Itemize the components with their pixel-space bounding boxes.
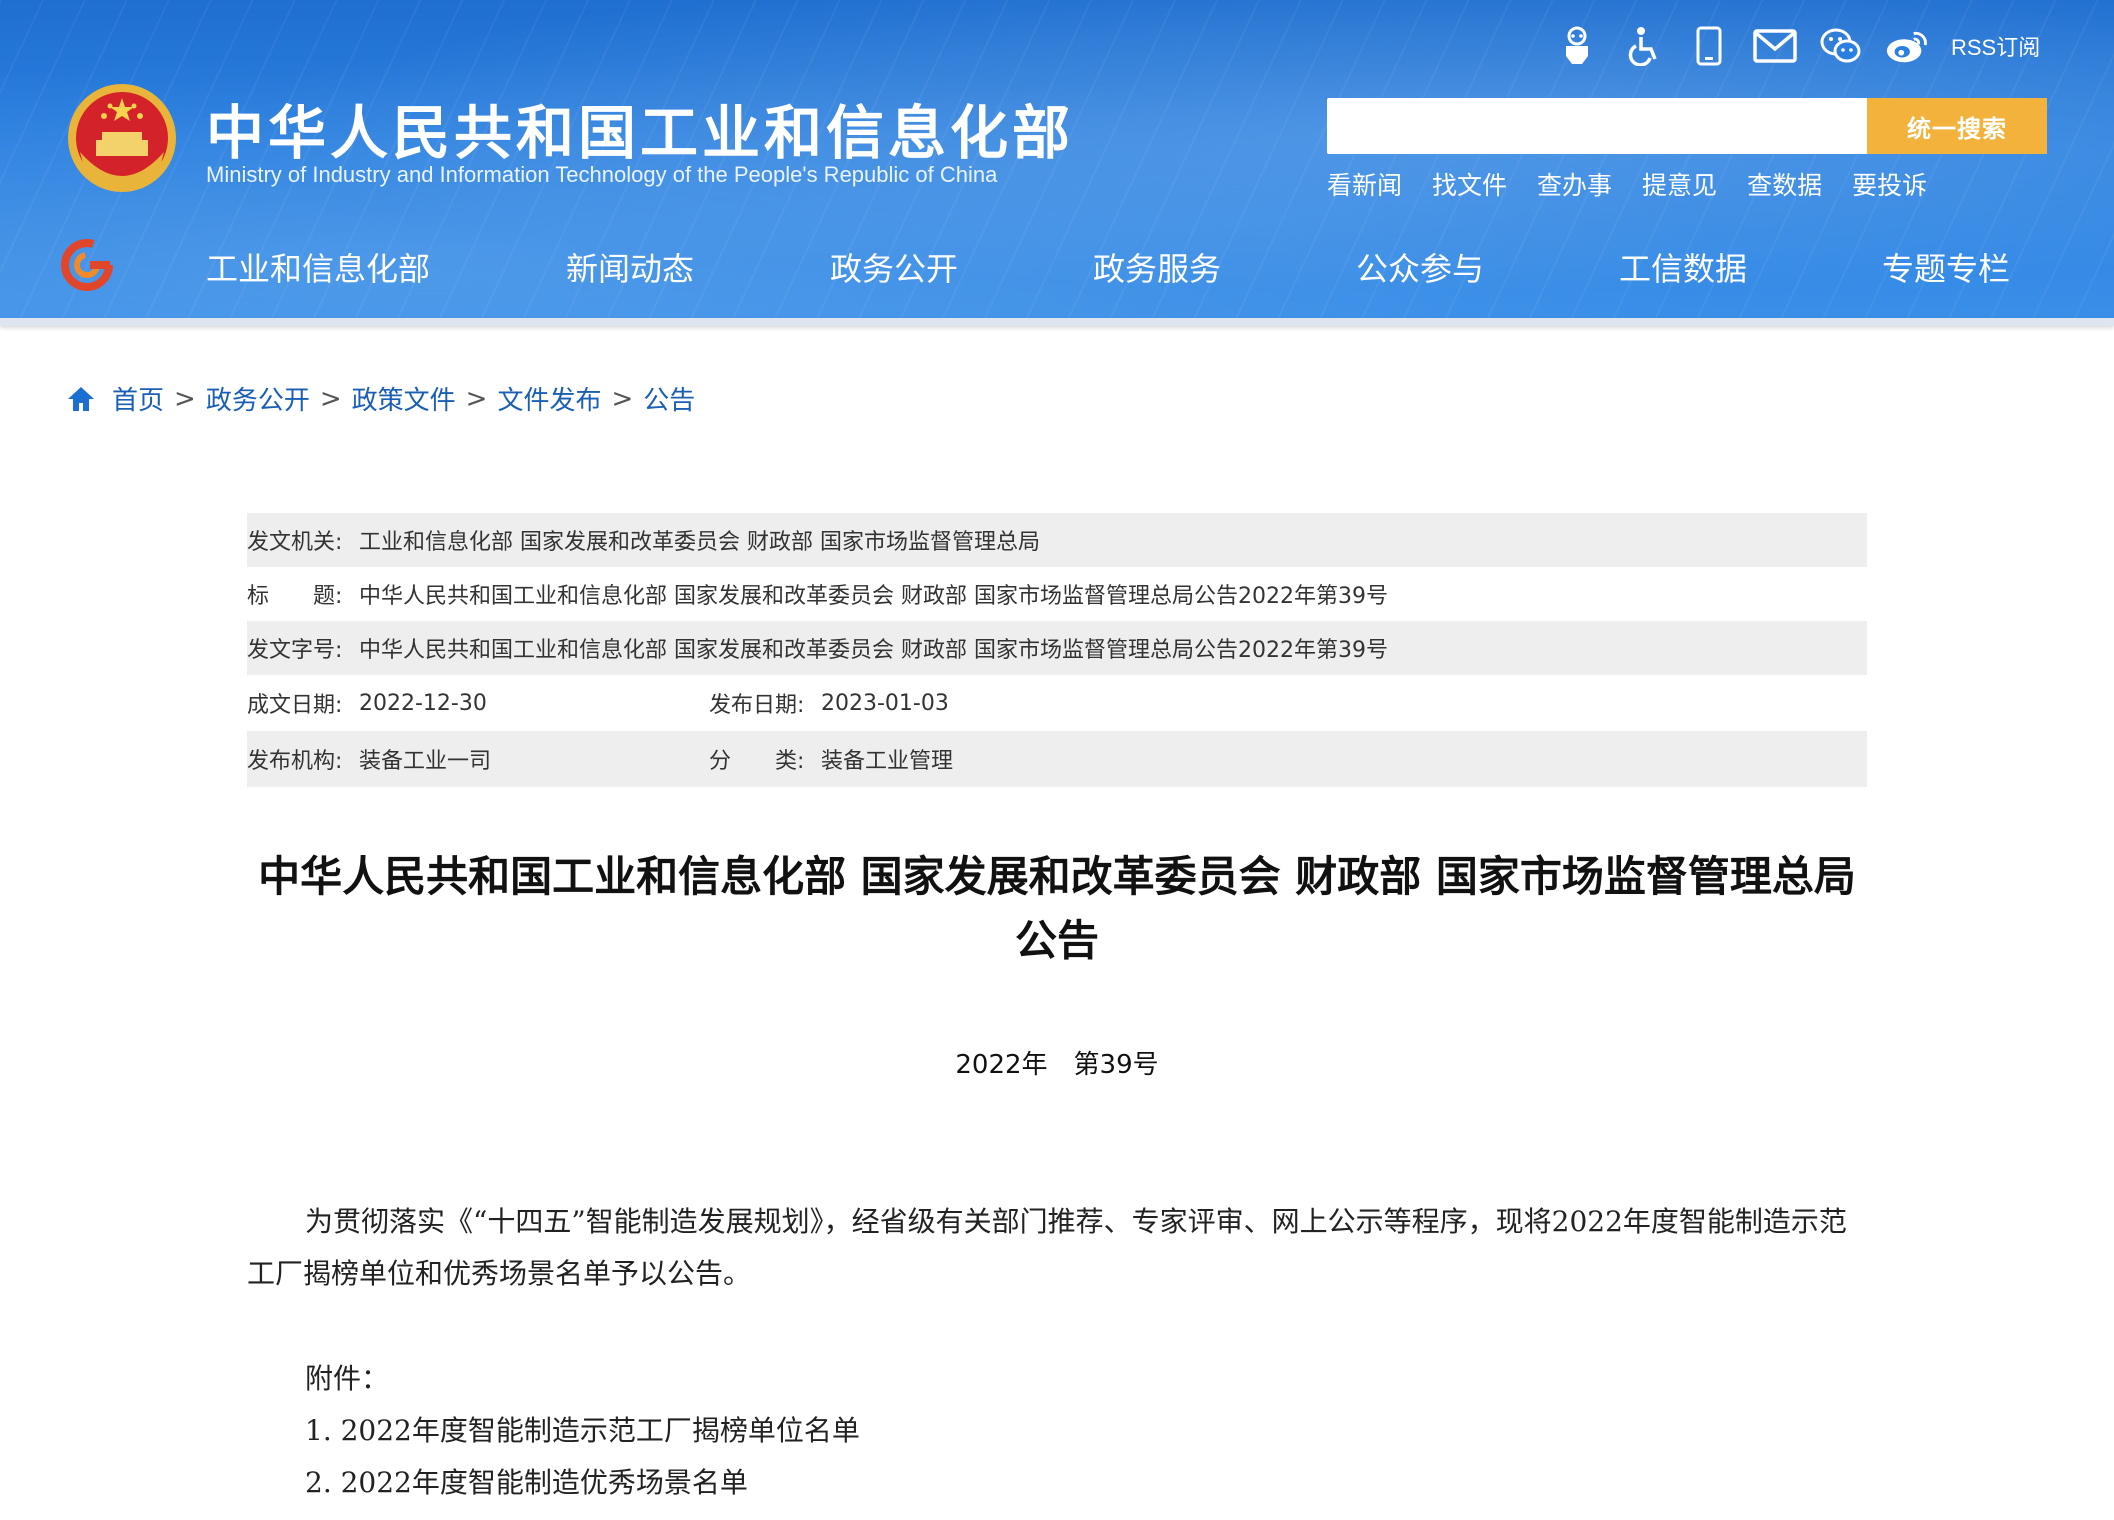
nav-item-news[interactable]: 新闻动态 [566, 244, 694, 290]
nav-item-services[interactable]: 政务服务 [1093, 244, 1221, 290]
breadcrumb-separator: > [319, 383, 342, 414]
home-icon[interactable] [66, 385, 96, 413]
search-input[interactable] [1327, 98, 1867, 154]
document-title: 中华人民共和国工业和信息化部 国家发展和改革委员会 财政部 国家市场监督管理总局… [258, 852, 1856, 965]
accessibility-icon[interactable] [1621, 24, 1665, 68]
quick-link-suggestions[interactable]: 提意见 [1642, 166, 1717, 202]
meta-label: 发布机构: [247, 749, 343, 774]
wechat-icon[interactable] [1819, 24, 1863, 68]
breadcrumb-policy-files[interactable]: 政策文件 [352, 380, 456, 417]
meta-row-publisher: 发布机构: 装备工业一司 分 类: 装备工业管理 [247, 731, 1867, 787]
meta-value-doc-number: 中华人民共和国工业和信息化部 国家发展和改革委员会 财政部 国家市场监督管理总局… [359, 638, 1388, 663]
meta-label: 发文机关: [247, 530, 343, 555]
meta-label: 发文字号: [247, 638, 343, 663]
nav-item-ministry[interactable]: 工业和信息化部 [206, 244, 430, 290]
meta-value-published-date: 2023-01-03 [821, 690, 949, 716]
quick-links: 看新闻 找文件 查办事 提意见 查数据 要投诉 [1327, 166, 1957, 202]
site-header: 中华人民共和国工业和信息化部 Ministry of Industry and … [0, 0, 2114, 322]
site-title: 中华人民共和国工业和信息化部 [206, 99, 1075, 167]
breadcrumb-separator: > [174, 383, 196, 414]
breadcrumb-gov-affairs[interactable]: 政务公开 [206, 380, 310, 417]
nav-item-public[interactable]: 公众参与 [1356, 244, 1484, 290]
quick-link-complaints[interactable]: 要投诉 [1852, 166, 1927, 202]
breadcrumb: 首页 > 政务公开 > 政策文件 > 文件发布 > 公告 [66, 380, 695, 417]
robot-icon[interactable] [1555, 24, 1599, 68]
header-divider [0, 318, 2114, 326]
miit-logo-icon[interactable] [60, 238, 114, 292]
meta-label: 分 类: [709, 749, 805, 774]
meta-label: 发布日期: [709, 693, 805, 718]
document-body: 为贯彻落实《“十四五”智能制造发展规划》，经省级有关部门推荐、专家评审、网上公示… [247, 1205, 1847, 1290]
breadcrumb-separator: > [465, 383, 488, 414]
meta-label: 标 题: [247, 584, 343, 609]
utility-bar: RSS订阅 [1555, 26, 2040, 66]
breadcrumb-home[interactable]: 首页 [112, 380, 164, 417]
search-button[interactable]: 统一搜索 [1867, 98, 2047, 154]
mobile-icon[interactable] [1687, 24, 1731, 68]
quick-link-news[interactable]: 看新闻 [1327, 166, 1402, 202]
quick-link-services[interactable]: 查办事 [1537, 166, 1612, 202]
meta-col-published: 发布日期: 2023-01-03 [709, 675, 949, 731]
meta-value-category: 装备工业管理 [821, 749, 954, 774]
meta-value-publisher: 装备工业一司 [359, 749, 492, 774]
main-nav: 工业和信息化部 新闻动态 政务公开 政务服务 公众参与 工信数据 专题专栏 [0, 232, 2114, 302]
meta-value-title: 中华人民共和国工业和信息化部 国家发展和改革委员会 财政部 国家市场监督管理总局… [359, 584, 1388, 609]
nav-item-data[interactable]: 工信数据 [1619, 244, 1747, 290]
breadcrumb-separator: > [611, 383, 634, 414]
quick-link-data[interactable]: 查数据 [1747, 166, 1822, 202]
weibo-icon[interactable] [1885, 24, 1929, 68]
attachments-label: 附件： [305, 1362, 390, 1395]
meta-row-dates: 成文日期: 2022-12-30 发布日期: 2023-01-03 [247, 675, 1867, 731]
quick-link-files[interactable]: 找文件 [1432, 166, 1507, 202]
meta-row-doc-number: 发文字号: 中华人民共和国工业和信息化部 国家发展和改革委员会 财政部 国家市场… [247, 621, 1867, 675]
document-number: 2022年 第39号 [955, 1050, 1159, 1080]
breadcrumb-announcement[interactable]: 公告 [643, 380, 695, 417]
nav-item-topics[interactable]: 专题专栏 [1882, 244, 2010, 290]
attachment-link[interactable]: 2. 2022年度智能制造优秀场景名单 [305, 1461, 748, 1501]
document-meta-table: 发文机关: 工业和信息化部 国家发展和改革委员会 财政部 国家市场监督管理总局 … [247, 513, 1867, 787]
site-subtitle: Ministry of Industry and Information Tec… [206, 162, 998, 187]
meta-col-category: 分 类: 装备工业管理 [709, 731, 953, 787]
meta-row-issuer: 发文机关: 工业和信息化部 国家发展和改革委员会 财政部 国家市场监督管理总局 [247, 513, 1867, 567]
breadcrumb-file-release[interactable]: 文件发布 [497, 380, 601, 417]
national-emblem-icon[interactable] [66, 82, 178, 194]
nav-item-gov-affairs[interactable]: 政务公开 [830, 244, 958, 290]
meta-label: 成文日期: [247, 693, 343, 718]
meta-value-issuer: 工业和信息化部 国家发展和改革委员会 财政部 国家市场监督管理总局 [359, 530, 1040, 555]
meta-row-title: 标 题: 中华人民共和国工业和信息化部 国家发展和改革委员会 财政部 国家市场监… [247, 567, 1867, 621]
attachment-link[interactable]: 1. 2022年度智能制造示范工厂揭榜单位名单 [305, 1409, 860, 1449]
meta-value-created-date: 2022-12-30 [359, 690, 487, 716]
mail-icon[interactable] [1753, 24, 1797, 68]
rss-link[interactable]: RSS订阅 [1951, 30, 2040, 62]
